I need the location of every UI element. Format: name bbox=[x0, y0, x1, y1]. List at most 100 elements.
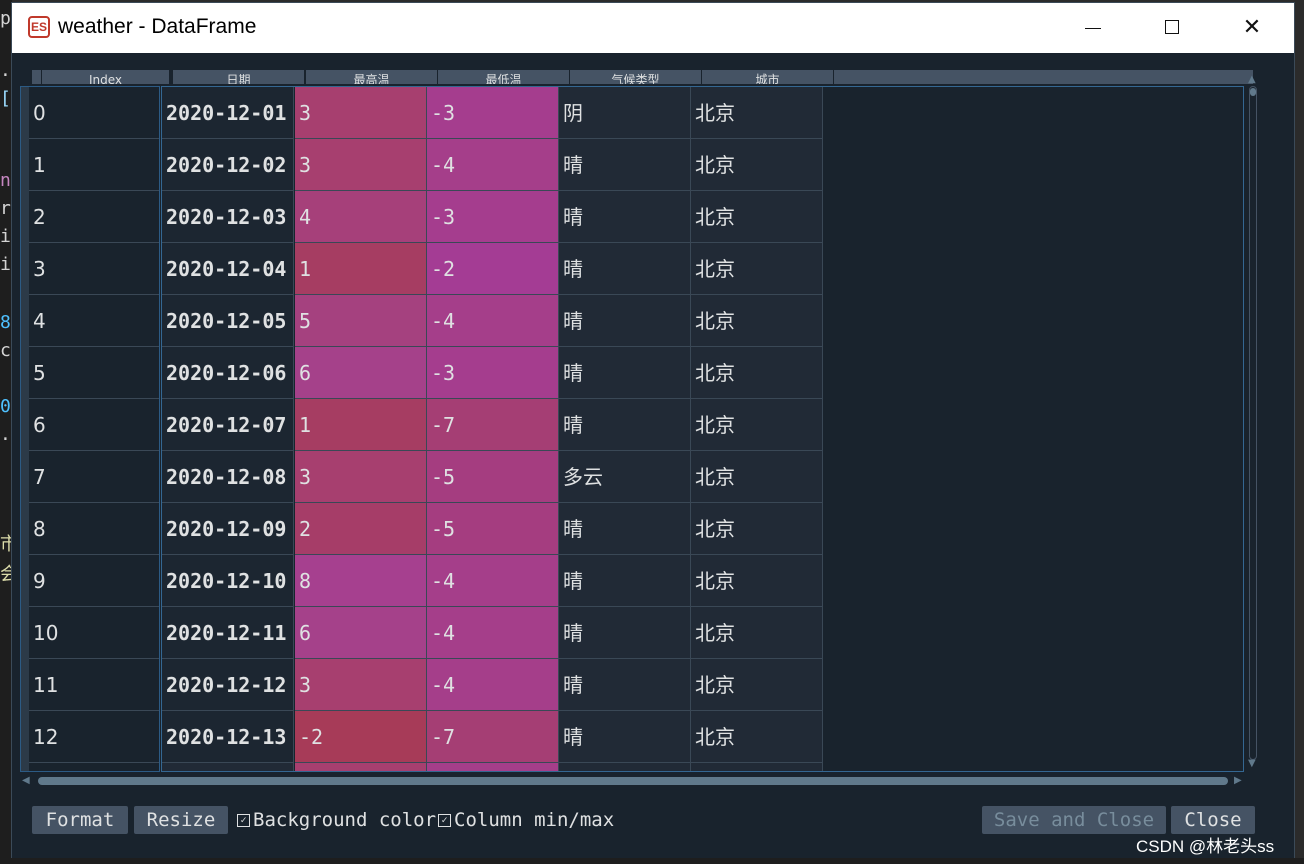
cell-weather[interactable]: 晴 bbox=[559, 243, 691, 295]
cell-city[interactable]: 北京 bbox=[691, 243, 823, 295]
index-cell[interactable]: 9 bbox=[29, 555, 159, 607]
cell-city[interactable]: 北京 bbox=[691, 711, 823, 763]
cell-low[interactable]: -3 bbox=[427, 87, 559, 139]
cell-high[interactable]: 4 bbox=[295, 191, 427, 243]
cell-date[interactable]: 2020-12-13 bbox=[162, 711, 294, 763]
cell-weather[interactable]: 晴 bbox=[559, 503, 691, 555]
cell-date[interactable]: 2020-12-03 bbox=[162, 191, 294, 243]
cell-city[interactable]: 北京 bbox=[691, 191, 823, 243]
cell-date[interactable]: 2020-12-01 bbox=[162, 87, 294, 139]
cell-high[interactable]: 3 bbox=[295, 87, 427, 139]
cell-date[interactable]: 2020-12-07 bbox=[162, 399, 294, 451]
cell-city[interactable]: 北京 bbox=[691, 555, 823, 607]
cell-date[interactable]: 2020-12-04 bbox=[162, 243, 294, 295]
column-header-0[interactable]: Index bbox=[42, 70, 170, 84]
cell-weather[interactable]: 晴 bbox=[559, 139, 691, 191]
index-cell[interactable]: 11 bbox=[29, 659, 159, 711]
cell-city[interactable]: 北京 bbox=[691, 347, 823, 399]
cell-weather[interactable]: 晴 bbox=[559, 659, 691, 711]
cell-date[interactable]: 2020-12-02 bbox=[162, 139, 294, 191]
cell-high[interactable]: 8 bbox=[295, 555, 427, 607]
index-cell[interactable]: 7 bbox=[29, 451, 159, 503]
title-bar[interactable]: ES weather - DataFrame ✕ bbox=[12, 3, 1294, 53]
resize-button[interactable]: Resize bbox=[134, 806, 228, 834]
cell-date[interactable]: 2020-12-10 bbox=[162, 555, 294, 607]
vertical-scrollbar[interactable]: ▲ ▼ bbox=[1247, 74, 1259, 770]
cell-high[interactable]: 3 bbox=[295, 659, 427, 711]
cell-low[interactable]: -7 bbox=[427, 711, 559, 763]
cell-city[interactable]: 北京 bbox=[691, 503, 823, 555]
cell-high[interactable]: 1 bbox=[295, 243, 427, 295]
index-cell[interactable]: 4 bbox=[29, 295, 159, 347]
index-cell[interactable]: 1 bbox=[29, 139, 159, 191]
cell-low[interactable]: -5 bbox=[427, 503, 559, 555]
index-cell[interactable]: 12 bbox=[29, 711, 159, 763]
close-window-button[interactable]: ✕ bbox=[1212, 3, 1292, 53]
horizontal-scrollbar[interactable]: ◀ ▶ bbox=[20, 774, 1244, 788]
cell-date[interactable]: 2020-12-12 bbox=[162, 659, 294, 711]
cell-high[interactable]: -2 bbox=[295, 711, 427, 763]
column-header-4[interactable]: 气候类型 bbox=[570, 70, 702, 84]
minimize-button[interactable] bbox=[1052, 3, 1132, 53]
column-header-5[interactable]: 城市 bbox=[702, 70, 834, 84]
cell-low[interactable]: -5 bbox=[427, 451, 559, 503]
scroll-left-icon[interactable]: ◀ bbox=[22, 775, 30, 786]
cell-date[interactable]: 2020-12-11 bbox=[162, 607, 294, 659]
save-and-close-button[interactable]: Save and Close bbox=[982, 806, 1166, 834]
cell-low[interactable]: -3 bbox=[427, 191, 559, 243]
close-button[interactable]: Close bbox=[1171, 806, 1255, 834]
cell-date[interactable]: 2020-12-09 bbox=[162, 503, 294, 555]
cell-weather[interactable]: 晴 bbox=[559, 555, 691, 607]
cell-weather[interactable]: 阴 bbox=[559, 87, 691, 139]
cell-low[interactable]: -4 bbox=[427, 659, 559, 711]
cell-city[interactable]: 北京 bbox=[691, 399, 823, 451]
cell-low[interactable]: -4 bbox=[427, 607, 559, 659]
cell-weather[interactable]: 晴 bbox=[559, 607, 691, 659]
cell-high[interactable]: 2 bbox=[295, 503, 427, 555]
index-cell[interactable]: 0 bbox=[29, 87, 159, 139]
cell-city[interactable]: 北京 bbox=[691, 139, 823, 191]
cell-high[interactable]: 6 bbox=[295, 607, 427, 659]
cell-high[interactable]: 6 bbox=[295, 347, 427, 399]
cell-low[interactable]: -2 bbox=[427, 243, 559, 295]
cell-low[interactable]: -4 bbox=[427, 295, 559, 347]
index-cell[interactable]: 8 bbox=[29, 503, 159, 555]
format-button[interactable]: Format bbox=[32, 806, 128, 834]
cell-high[interactable]: 3 bbox=[295, 451, 427, 503]
cell-city[interactable]: 北京 bbox=[691, 607, 823, 659]
cell-high[interactable]: 1 bbox=[295, 399, 427, 451]
cell-date[interactable]: 2020-12-08 bbox=[162, 451, 294, 503]
cell-weather[interactable]: 多云 bbox=[559, 451, 691, 503]
scroll-up-icon[interactable]: ▲ bbox=[1248, 74, 1256, 85]
scroll-right-icon[interactable]: ▶ bbox=[1234, 775, 1242, 786]
cell-weather[interactable]: 晴 bbox=[559, 711, 691, 763]
cell-weather[interactable]: 晴 bbox=[559, 295, 691, 347]
column-header-3[interactable]: 最低温 bbox=[438, 70, 570, 84]
cell-high[interactable]: 5 bbox=[295, 295, 427, 347]
data-grid[interactable]: 2020-12-01 3 -3 阴北京 2020-12-02 3 -4 晴北京 2020-12-… bbox=[161, 86, 1244, 772]
maximize-button[interactable] bbox=[1132, 3, 1212, 53]
scroll-down-icon[interactable]: ▼ bbox=[1248, 758, 1256, 769]
cell-city[interactable]: 北京 bbox=[691, 451, 823, 503]
column-header-1[interactable]: 日期 bbox=[173, 70, 305, 84]
cell-weather[interactable]: 晴 bbox=[559, 191, 691, 243]
cell-low[interactable]: -4 bbox=[427, 555, 559, 607]
index-cell[interactable]: 6 bbox=[29, 399, 159, 451]
cell-weather[interactable]: 晴 bbox=[559, 399, 691, 451]
cell-city[interactable]: 北京 bbox=[691, 295, 823, 347]
cell-weather[interactable]: 晴 bbox=[559, 347, 691, 399]
cell-city[interactable]: 北京 bbox=[691, 659, 823, 711]
cell-date[interactable]: 2020-12-05 bbox=[162, 295, 294, 347]
index-cell[interactable]: 10 bbox=[29, 607, 159, 659]
cell-low[interactable]: -4 bbox=[427, 139, 559, 191]
vertical-scroll-thumb[interactable] bbox=[1250, 88, 1256, 96]
cell-low[interactable]: -7 bbox=[427, 399, 559, 451]
cell-high[interactable]: 3 bbox=[295, 139, 427, 191]
horizontal-scroll-thumb[interactable] bbox=[38, 777, 1228, 785]
column-minmax-checkbox[interactable]: ✓ Column min/max bbox=[438, 806, 614, 834]
cell-low[interactable]: -3 bbox=[427, 347, 559, 399]
cell-date[interactable]: 2020-12-06 bbox=[162, 347, 294, 399]
background-color-checkbox[interactable]: ✓ Background color bbox=[237, 806, 436, 834]
column-header-2[interactable]: 最高温 bbox=[306, 70, 438, 84]
vertical-scroll-track[interactable] bbox=[1249, 86, 1257, 760]
